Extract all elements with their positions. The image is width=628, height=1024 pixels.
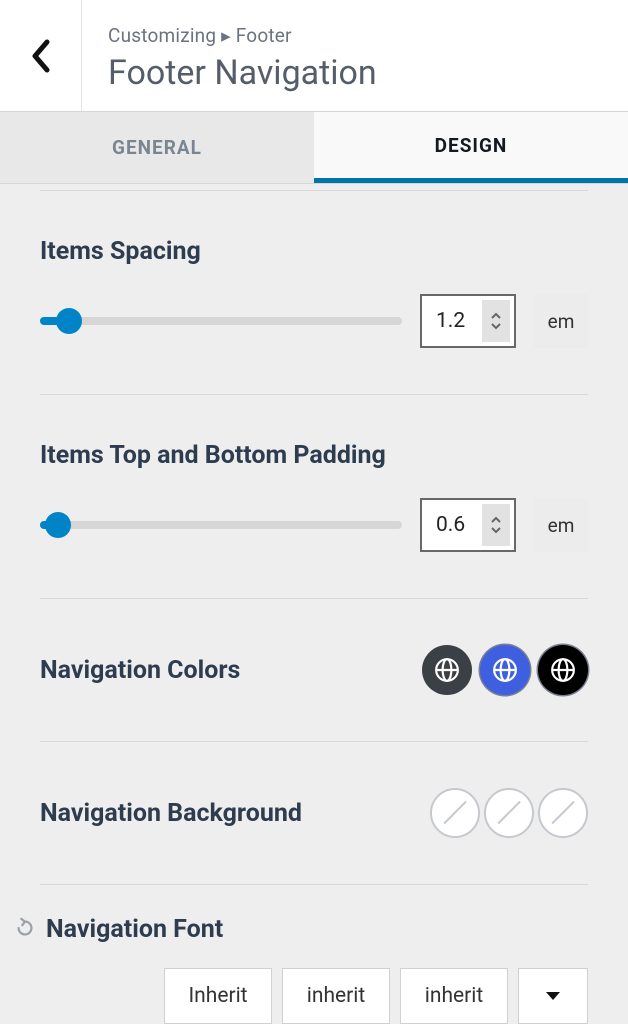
section-items-spacing: Items Spacing 1.2 em	[40, 190, 588, 395]
section-items-padding: Items Top and Bottom Padding 0.6 em	[40, 395, 588, 599]
font-size-select[interactable]: inherit	[282, 968, 390, 1024]
section-nav-colors: Navigation Colors	[40, 599, 588, 742]
chevron-up-icon	[490, 516, 502, 524]
items-spacing-control: 1.2 em	[40, 294, 588, 348]
items-padding-input[interactable]: 0.6	[420, 498, 516, 552]
nav-color-swatches	[422, 645, 588, 695]
font-more-select[interactable]	[518, 968, 588, 1024]
breadcrumb-target: Footer	[236, 24, 292, 47]
nav-font-values: Inherit inherit inherit	[40, 968, 588, 1024]
design-panel: Items Spacing 1.2 em Items Top and Botto…	[0, 190, 628, 1024]
section-nav-font: Navigation Font Inherit inherit inherit	[40, 885, 588, 1024]
items-spacing-input[interactable]: 1.2	[420, 294, 516, 348]
nav-font-header: Navigation Font	[14, 915, 588, 944]
nav-colors-label: Navigation Colors	[40, 656, 240, 685]
nav-background-swatches	[430, 788, 588, 838]
globe-icon	[434, 657, 460, 683]
font-weight-select[interactable]: inherit	[400, 968, 508, 1024]
nav-background-label: Navigation Background	[40, 799, 302, 828]
items-padding-unit[interactable]: em	[534, 498, 588, 552]
font-family-select[interactable]: Inherit	[164, 968, 272, 1024]
chevron-up-icon	[490, 312, 502, 320]
tab-general[interactable]: GENERAL	[0, 112, 314, 183]
chevron-left-icon	[31, 39, 51, 73]
color-swatch-dark[interactable]	[422, 645, 472, 695]
color-swatch-blue[interactable]	[480, 645, 530, 695]
reset-icon[interactable]	[14, 917, 36, 943]
chevron-down-icon	[490, 322, 502, 330]
customizer-header: Customizing ▸ Footer Footer Navigation	[0, 0, 628, 112]
undo-icon	[14, 917, 36, 939]
breadcrumb-separator: ▸	[221, 24, 236, 47]
section-nav-background: Navigation Background	[40, 742, 588, 885]
nav-font-label: Navigation Font	[46, 915, 223, 944]
items-spacing-unit[interactable]: em	[534, 294, 588, 348]
items-padding-control: 0.6 em	[40, 498, 588, 552]
color-swatch-black[interactable]	[538, 645, 588, 695]
breadcrumb-prefix: Customizing	[108, 24, 216, 47]
items-spacing-label: Items Spacing	[40, 237, 588, 266]
items-spacing-value: 1.2	[436, 309, 465, 333]
bg-swatch-3[interactable]	[538, 788, 588, 838]
bg-swatch-1[interactable]	[430, 788, 480, 838]
globe-icon	[550, 657, 576, 683]
items-padding-slider[interactable]	[40, 521, 402, 529]
back-button[interactable]	[0, 0, 82, 111]
items-spacing-slider[interactable]	[40, 317, 402, 325]
tabs: GENERAL DESIGN	[0, 112, 628, 184]
chevron-down-icon	[490, 526, 502, 534]
slider-thumb[interactable]	[45, 512, 71, 538]
header-titles: Customizing ▸ Footer Footer Navigation	[82, 18, 377, 93]
items-padding-stepper[interactable]	[482, 504, 510, 546]
slider-thumb[interactable]	[56, 308, 82, 334]
caret-down-icon	[545, 991, 561, 1001]
items-padding-label: Items Top and Bottom Padding	[40, 441, 588, 470]
bg-swatch-2[interactable]	[484, 788, 534, 838]
items-spacing-stepper[interactable]	[482, 300, 510, 342]
globe-icon	[492, 657, 518, 683]
tab-design[interactable]: DESIGN	[314, 112, 628, 183]
page-title: Footer Navigation	[108, 53, 377, 93]
items-padding-value: 0.6	[436, 513, 465, 537]
breadcrumb: Customizing ▸ Footer	[108, 24, 377, 47]
